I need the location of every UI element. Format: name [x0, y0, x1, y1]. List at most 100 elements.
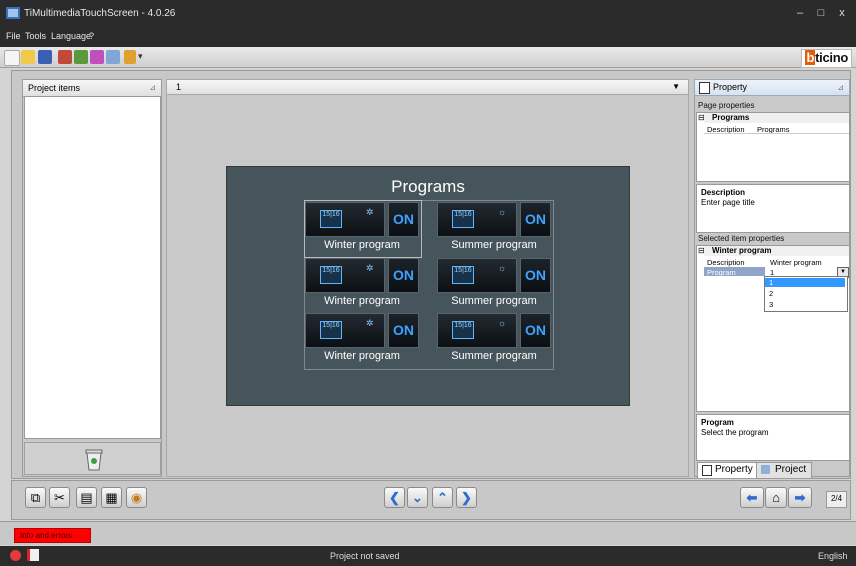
- menu-file[interactable]: File: [6, 31, 21, 41]
- nav-up-icon[interactable]: ⌃: [432, 487, 453, 508]
- program-help-box: Program Select the program: [696, 414, 850, 461]
- option-3[interactable]: 3: [769, 300, 773, 309]
- item-prop-value[interactable]: Winter program: [770, 258, 822, 267]
- on-button[interactable]: ON: [388, 202, 419, 237]
- pin-icon[interactable]: ⊿: [837, 80, 844, 95]
- info-errors-button[interactable]: Info and errors: [14, 528, 91, 543]
- calendar-icon: 15|16: [320, 321, 342, 339]
- maximize-button[interactable]: □: [813, 6, 829, 20]
- transfer-icon[interactable]: [74, 50, 88, 64]
- program-options-list[interactable]: 1 2 3: [764, 276, 848, 312]
- calendar-icon: 15|16: [320, 266, 342, 284]
- language-indicator[interactable]: English: [818, 551, 848, 561]
- save-icon[interactable]: [38, 50, 52, 64]
- panel-header: Project items ⊿: [23, 80, 161, 97]
- tab-project[interactable]: Project: [756, 462, 812, 479]
- info-bar: Info and errors: [0, 521, 856, 545]
- program-tile[interactable]: 15|16 ✲ ON Winter program: [305, 202, 419, 256]
- tab-property[interactable]: Property: [697, 462, 757, 479]
- page-selector[interactable]: 1 ▼: [166, 79, 689, 95]
- back-icon[interactable]: ⬅: [740, 487, 764, 508]
- pin-icon[interactable]: ⊿: [149, 80, 156, 96]
- title-bar: TiMultimediaTouchScreen - 4.0.26 – □ x: [0, 0, 856, 27]
- cut-icon[interactable]: ✂: [49, 487, 70, 508]
- program-label: Summer program: [451, 295, 537, 307]
- program-tile[interactable]: 15|16 ☼ ON Summer program: [437, 313, 551, 367]
- forward-icon[interactable]: ➡: [788, 487, 812, 508]
- program-tile[interactable]: 15|16 ☼ ON Summer program: [437, 258, 551, 312]
- page-properties-label: Page properties: [698, 101, 755, 110]
- dropdown-arrow-icon[interactable]: ▾: [138, 50, 144, 64]
- property-header: Property ⊿: [694, 79, 850, 96]
- minimize-button[interactable]: –: [792, 6, 808, 20]
- program-thumbnail[interactable]: 15|16 ☼: [437, 258, 517, 293]
- nav-right-icon[interactable]: ❯: [456, 487, 477, 508]
- property-icon: [699, 82, 710, 94]
- on-button[interactable]: ON: [520, 258, 551, 293]
- project-icon: [761, 465, 770, 474]
- page-number: 1: [176, 82, 182, 92]
- chart-icon[interactable]: [124, 50, 136, 64]
- program-thumbnail[interactable]: 15|16 ☼: [437, 313, 517, 348]
- paste-icon[interactable]: ▤: [76, 487, 97, 508]
- tab-project-label: Project: [775, 464, 807, 475]
- copy-icon[interactable]: ⧉: [25, 487, 46, 508]
- sun-icon: ☼: [498, 318, 507, 328]
- error-icon[interactable]: [10, 550, 21, 561]
- snowflake-icon: ✲: [366, 318, 374, 328]
- program-label: Summer program: [451, 350, 537, 362]
- program-thumbnail[interactable]: 15|16 ✲: [305, 258, 385, 293]
- page-properties-grid: ⊟ Programs Description Programs: [696, 112, 850, 182]
- program-thumbnail[interactable]: 15|16 ☼: [437, 202, 517, 237]
- project-items-list[interactable]: [24, 96, 161, 439]
- program-tile[interactable]: 15|16 ✲ ON Winter program: [305, 313, 419, 367]
- program-help-title: Program: [701, 418, 734, 427]
- open-folder-icon[interactable]: [21, 50, 35, 64]
- option-2[interactable]: 2: [769, 289, 773, 298]
- on-button[interactable]: ON: [388, 313, 419, 348]
- new-file-icon[interactable]: [4, 50, 20, 66]
- item-prop-key: Description: [707, 258, 745, 267]
- device-icon[interactable]: [90, 50, 104, 64]
- sun-icon: ☼: [498, 207, 507, 217]
- program-prop-key: Program: [707, 268, 736, 277]
- nav-down-icon[interactable]: ⌄: [407, 487, 428, 508]
- property-title: Property: [713, 82, 748, 92]
- recycle-bin-area[interactable]: [24, 442, 161, 475]
- on-button[interactable]: ON: [388, 258, 419, 293]
- page-indicator: 2/4: [826, 491, 847, 508]
- menu-language[interactable]: Language: [51, 31, 91, 41]
- program-label: Summer program: [451, 239, 537, 251]
- menu-help[interactable]: ?: [89, 31, 94, 41]
- calendar-icon: 15|16: [320, 210, 342, 228]
- palette-icon[interactable]: ◉: [126, 487, 147, 508]
- panel-title: Project items: [28, 83, 81, 93]
- program-tile[interactable]: 15|16 ✲ ON Winter program: [305, 258, 419, 312]
- settings-icon[interactable]: [106, 50, 120, 64]
- on-button[interactable]: ON: [520, 313, 551, 348]
- menu-bar: File Tools Language ?: [0, 27, 856, 47]
- menu-tools[interactable]: Tools: [25, 31, 46, 41]
- document-icon[interactable]: [27, 549, 39, 561]
- snowflake-icon: ✲: [366, 263, 374, 273]
- toolbar: ▾ bticino: [0, 47, 856, 68]
- on-button[interactable]: ON: [520, 202, 551, 237]
- recycle-bin-icon[interactable]: [85, 449, 103, 471]
- program-thumbnail[interactable]: 15|16 ✲: [305, 313, 385, 348]
- calendar-icon: 15|16: [452, 321, 474, 339]
- grid-icon[interactable]: ▦: [101, 487, 122, 508]
- snowflake-icon: ✲: [366, 207, 374, 217]
- tool-icon[interactable]: [58, 50, 72, 64]
- program-thumbnail[interactable]: 15|16 ✲: [305, 202, 385, 237]
- program-label: Winter program: [324, 295, 400, 307]
- app-icon: [6, 7, 20, 19]
- nav-left-icon[interactable]: ❮: [384, 487, 405, 508]
- close-button[interactable]: x: [834, 6, 850, 20]
- dropdown-arrow-icon[interactable]: ▼: [672, 80, 680, 94]
- option-1[interactable]: 1: [769, 278, 773, 287]
- calendar-icon: 15|16: [452, 210, 474, 228]
- tab-property-label: Property: [715, 464, 753, 475]
- home-icon[interactable]: ⌂: [765, 487, 787, 508]
- bticino-logo: bticino: [801, 49, 852, 68]
- program-tile[interactable]: 15|16 ☼ ON Summer program: [437, 202, 551, 256]
